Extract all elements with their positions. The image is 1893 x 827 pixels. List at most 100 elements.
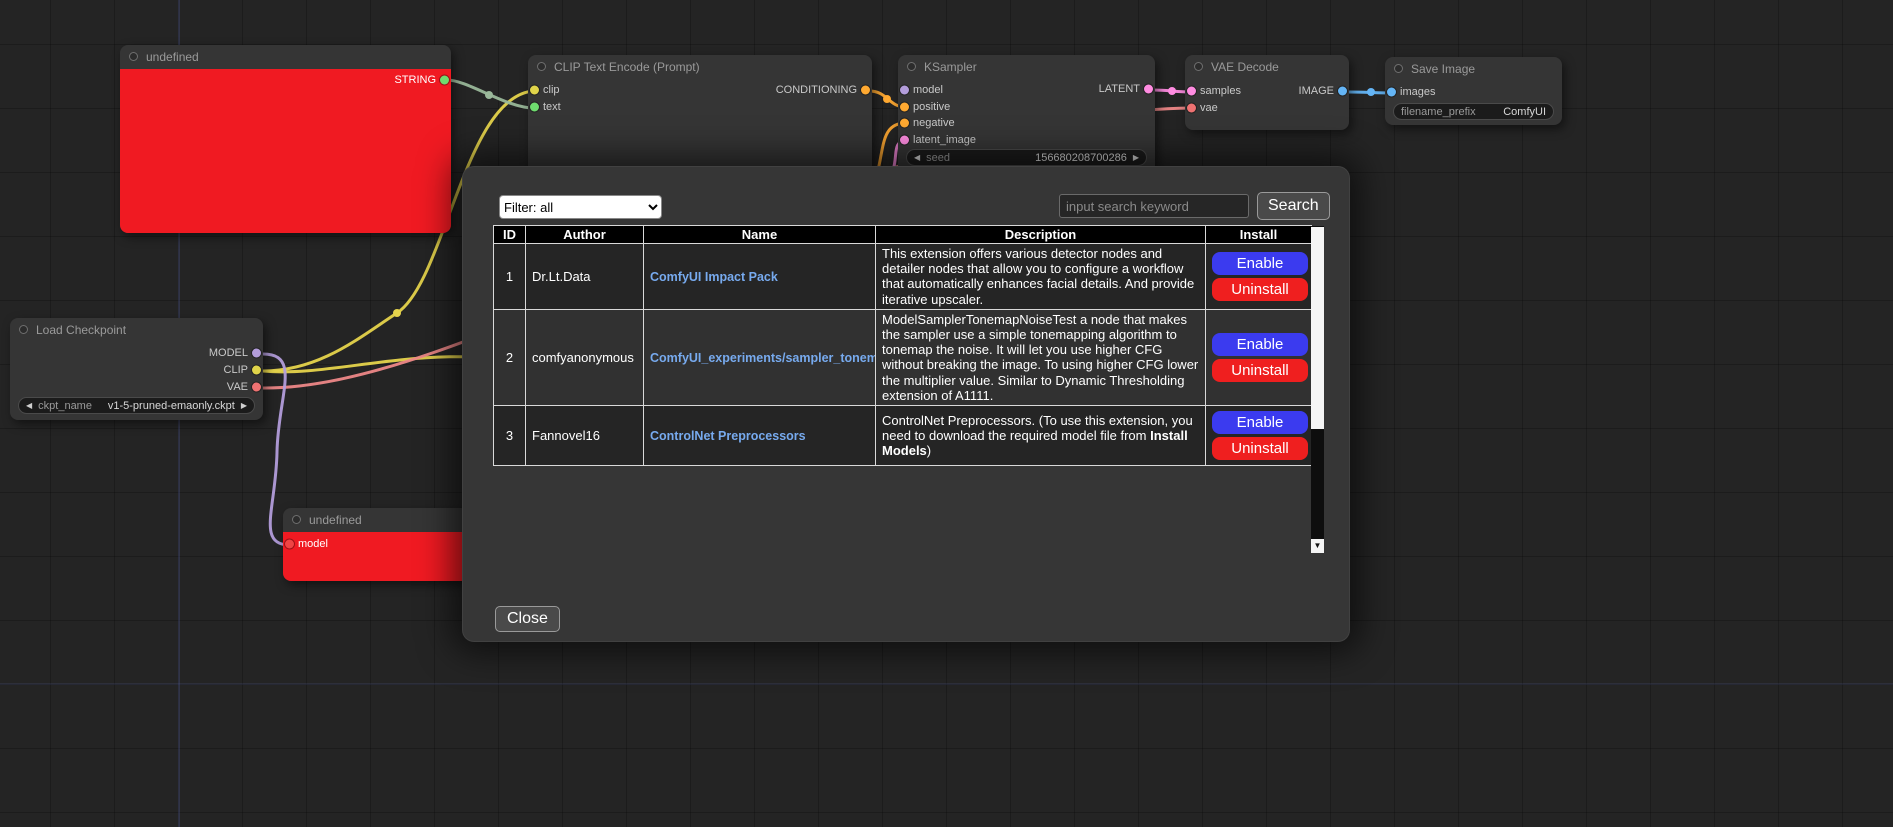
uninstall-button[interactable]: Uninstall [1212, 359, 1308, 382]
enable-button[interactable]: Enable [1212, 252, 1308, 275]
output-port-latent[interactable] [1144, 85, 1153, 94]
decrement-arrow-icon[interactable]: ◀ [914, 154, 920, 162]
output-port-string[interactable] [440, 76, 449, 85]
column-header-id: ID [494, 226, 526, 244]
enable-button[interactable]: Enable [1212, 411, 1308, 434]
cell-id: 2 [494, 309, 526, 405]
node-title: KSampler [924, 55, 977, 79]
collapse-dot-icon[interactable] [537, 62, 546, 71]
output-port-conditioning[interactable] [861, 86, 870, 95]
collapse-dot-icon[interactable] [129, 52, 138, 61]
node-title: undefined [146, 45, 199, 69]
collapse-dot-icon[interactable] [907, 62, 916, 71]
close-button[interactable]: Close [495, 606, 560, 632]
filter-select[interactable]: Filter: all [499, 195, 662, 219]
column-header-name: Name [644, 226, 876, 244]
input-port-latent-image[interactable] [900, 136, 909, 145]
node-vae-decode[interactable]: VAE Decode samples vae IMAGE [1185, 55, 1349, 130]
extension-link[interactable]: ComfyUI_experiments/sampler_tonemap [650, 351, 876, 365]
previous-arrow-icon[interactable]: ◀ [26, 402, 32, 410]
input-label-text: text [543, 101, 561, 113]
output-port-vae[interactable] [252, 383, 261, 392]
ckpt-name-widget[interactable]: ◀ ckpt_name v1-5-pruned-emaonly.ckpt ▶ [18, 397, 255, 414]
ckpt-name-value: v1-5-pruned-emaonly.ckpt [108, 400, 235, 412]
column-header-install: Install [1206, 226, 1312, 244]
filename-prefix-widget[interactable]: filename_prefix ComfyUI [1393, 103, 1554, 120]
extension-table: ID Author Name Description Install 1 Dr.… [493, 225, 1312, 466]
input-label-clip: clip [543, 84, 560, 96]
seed-widget[interactable]: ◀ seed 156680208700286 ▶ [906, 149, 1147, 166]
wire-midpoint-dot [393, 309, 401, 317]
collapse-dot-icon[interactable] [1194, 62, 1203, 71]
node-header: Save Image [1385, 57, 1562, 81]
cell-author: Dr.Lt.Data [526, 244, 644, 310]
cell-id: 3 [494, 406, 526, 466]
increment-arrow-icon[interactable]: ▶ [1133, 154, 1139, 162]
cell-description: ModelSamplerTonemapNoiseTest a node that… [876, 309, 1206, 405]
input-port-samples[interactable] [1187, 87, 1196, 96]
node-save-image[interactable]: Save Image images filename_prefix ComfyU… [1385, 57, 1562, 125]
input-label-images: images [1400, 86, 1435, 98]
output-label-image: IMAGE [1299, 85, 1334, 97]
seed-widget-label: seed [926, 152, 950, 164]
input-port-model[interactable] [285, 540, 294, 549]
wire-midpoint-dot [485, 91, 493, 99]
input-label-model: model [298, 538, 328, 550]
next-arrow-icon[interactable]: ▶ [241, 402, 247, 410]
output-port-clip[interactable] [252, 366, 261, 375]
input-label-positive: positive [913, 101, 950, 113]
node-undefined-top[interactable]: undefined STRING [120, 45, 451, 233]
enable-button[interactable]: Enable [1212, 333, 1308, 356]
table-scrollbar[interactable]: ▼ [1311, 226, 1324, 553]
node-header: Load Checkpoint [10, 318, 263, 342]
input-port-positive[interactable] [900, 103, 909, 112]
node-header: KSampler [898, 55, 1155, 79]
input-label-samples: samples [1200, 85, 1241, 97]
input-label-negative: negative [913, 117, 955, 129]
table-header-row: ID Author Name Description Install [494, 226, 1312, 244]
cell-id: 1 [494, 244, 526, 310]
cell-description: This extension offers various detector n… [876, 244, 1206, 310]
cell-description: ControlNet Preprocessors. (To use this e… [876, 406, 1206, 466]
output-port-image[interactable] [1338, 87, 1347, 96]
node-title: undefined [309, 508, 362, 532]
wire-midpoint-dot [883, 95, 891, 103]
scroll-down-icon[interactable]: ▼ [1311, 539, 1324, 553]
error-node-body [120, 69, 451, 233]
search-button[interactable]: Search [1257, 192, 1330, 220]
collapse-dot-icon[interactable] [19, 325, 28, 334]
search-input[interactable] [1059, 194, 1249, 218]
node-undefined-bottom[interactable]: undefined model [283, 508, 469, 581]
cell-author: comfyanonymous [526, 309, 644, 405]
manager-dialog: Filter: all Search ID Author Name Descri… [462, 166, 1350, 642]
extension-link[interactable]: ComfyUI Impact Pack [650, 270, 778, 284]
output-label-vae: VAE [227, 381, 248, 393]
input-port-vae[interactable] [1187, 104, 1196, 113]
input-port-images[interactable] [1387, 88, 1396, 97]
collapse-dot-icon[interactable] [292, 515, 301, 524]
input-port-negative[interactable] [900, 119, 909, 128]
description-text: ControlNet Preprocessors. (To use this e… [882, 413, 1193, 443]
wire-midpoint-dot [1168, 87, 1176, 95]
input-port-model[interactable] [900, 86, 909, 95]
uninstall-button[interactable]: Uninstall [1212, 437, 1308, 460]
node-ksampler[interactable]: KSampler model positive negative latent_… [898, 55, 1155, 175]
output-port-model[interactable] [252, 349, 261, 358]
node-header: CLIP Text Encode (Prompt) [528, 55, 872, 79]
input-label-latent-image: latent_image [913, 134, 976, 146]
input-port-clip[interactable] [530, 86, 539, 95]
input-label-model: model [913, 84, 943, 96]
node-load-checkpoint[interactable]: Load Checkpoint MODEL CLIP VAE ◀ ckpt_na… [10, 318, 263, 420]
wire-midpoint-dot [1367, 88, 1375, 96]
node-title: VAE Decode [1211, 55, 1279, 79]
ckpt-name-label: ckpt_name [38, 400, 92, 412]
cell-author: Fannovel16 [526, 406, 644, 466]
uninstall-button[interactable]: Uninstall [1212, 278, 1308, 301]
input-port-text[interactable] [530, 103, 539, 112]
node-title: Save Image [1411, 57, 1475, 81]
scrollbar-thumb[interactable] [1311, 227, 1324, 429]
seed-widget-value: 156680208700286 [1035, 152, 1127, 164]
extension-link[interactable]: ControlNet Preprocessors [650, 429, 806, 443]
output-label-clip: CLIP [224, 364, 248, 376]
collapse-dot-icon[interactable] [1394, 64, 1403, 73]
